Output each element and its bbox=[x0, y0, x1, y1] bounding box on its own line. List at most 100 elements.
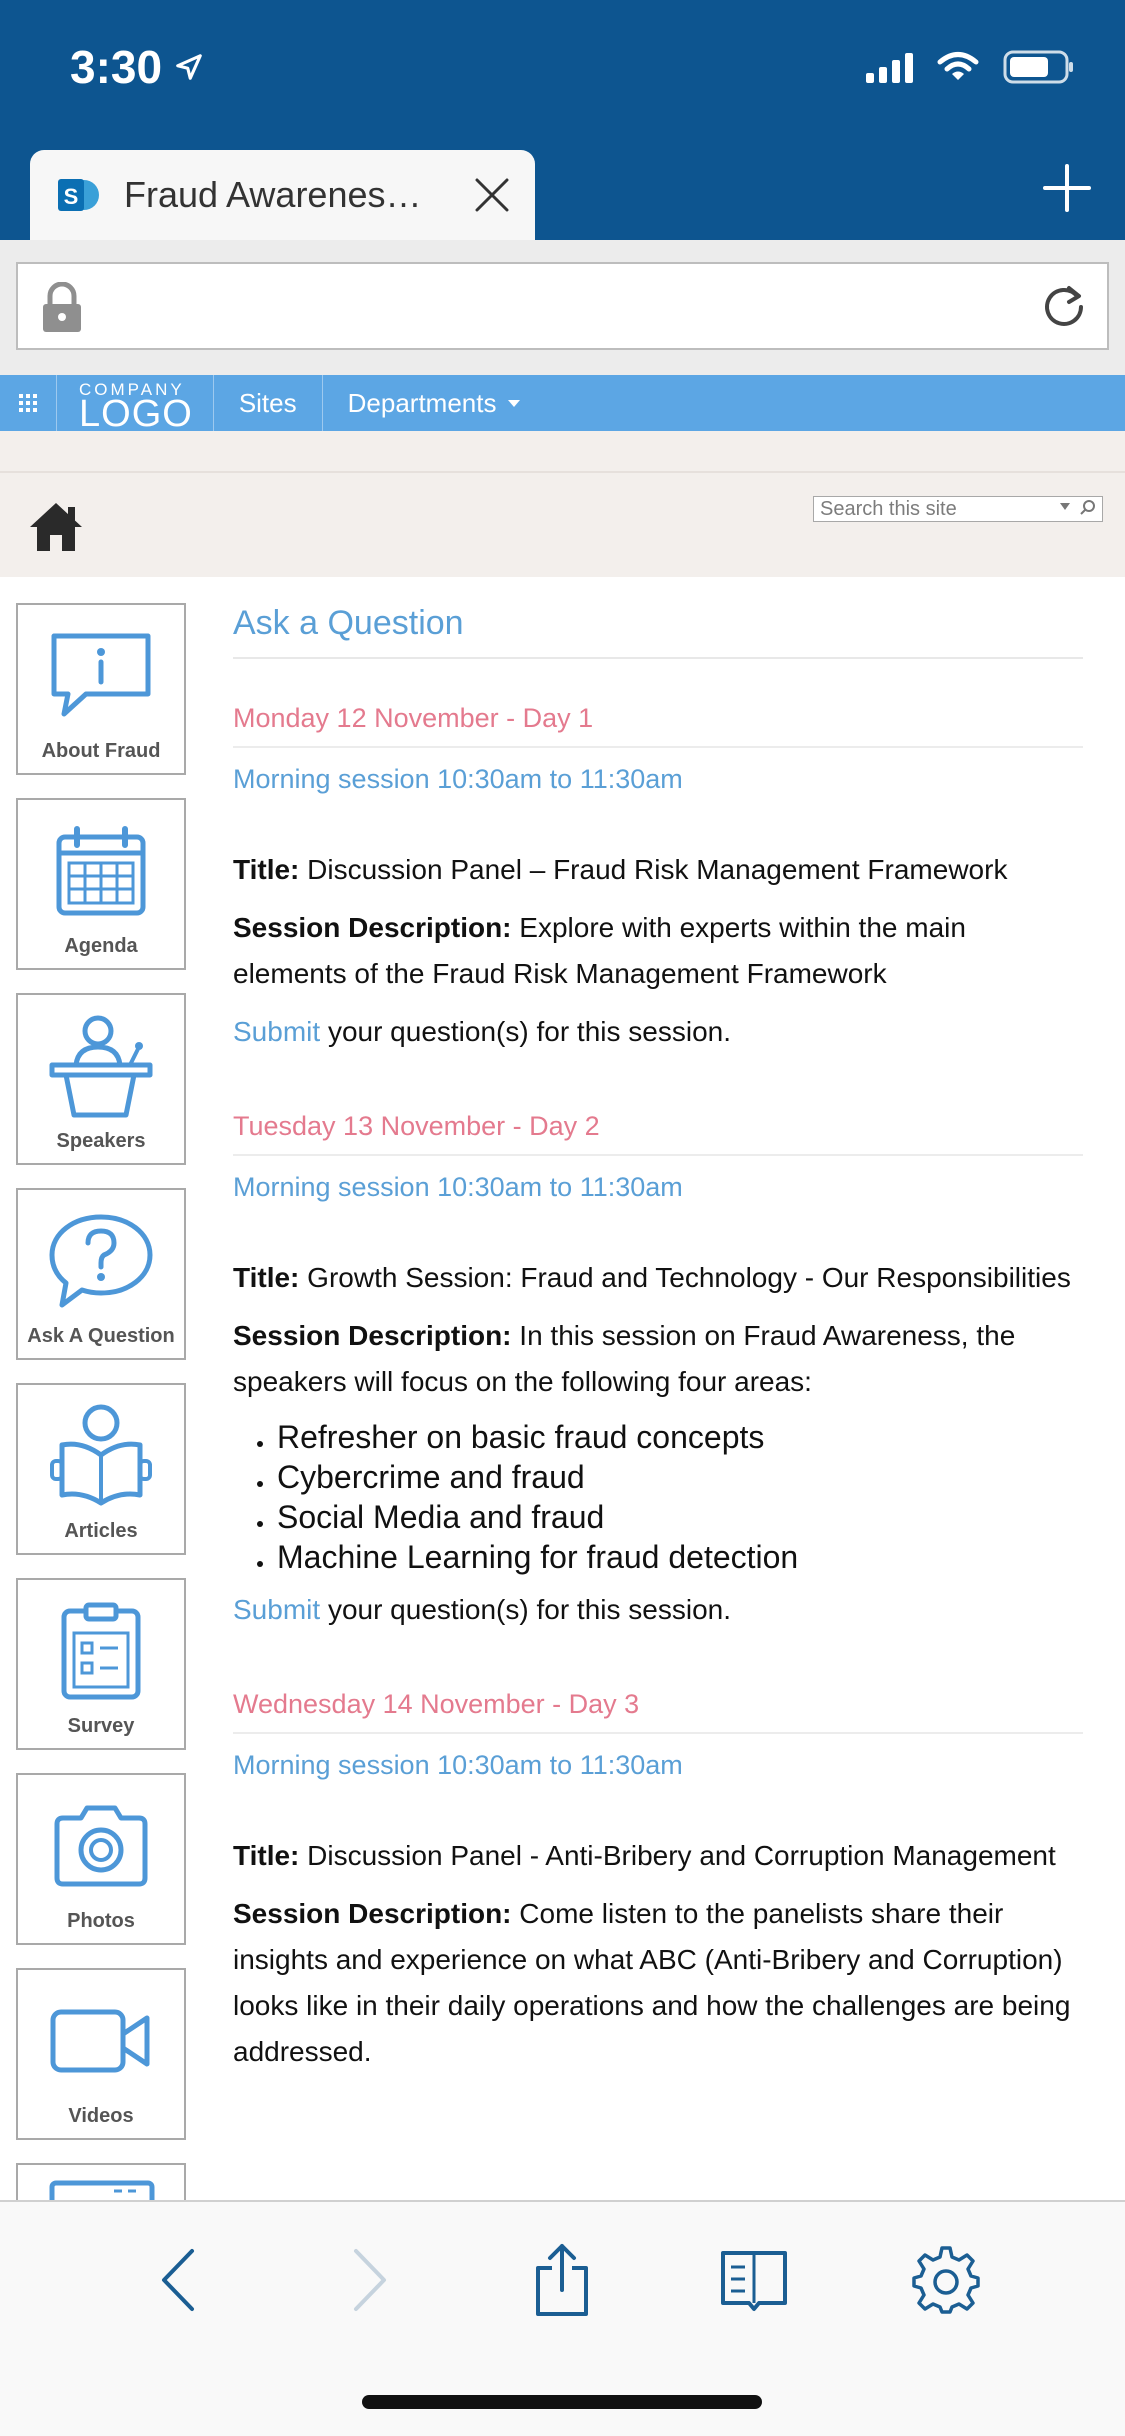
day-heading: Wednesday 14 November - Day 3 bbox=[233, 1689, 1083, 1734]
day-2-section: Tuesday 13 November - Day 2 Morning sess… bbox=[233, 1111, 1083, 1633]
tile-label: Agenda bbox=[64, 935, 138, 957]
tile-label: About Fraud bbox=[41, 740, 161, 762]
partial-tile-icon bbox=[49, 2180, 155, 2200]
share-button[interactable] bbox=[522, 2240, 602, 2320]
dropdown-caret-icon bbox=[508, 399, 521, 407]
home-icon[interactable] bbox=[28, 501, 84, 553]
tab-title: Fraud Awarenes… bbox=[124, 174, 422, 215]
tile-articles[interactable]: Articles bbox=[16, 1383, 186, 1555]
battery-icon bbox=[1003, 50, 1073, 84]
focus-areas-list: Refresher on basic fraud concepts Cyberc… bbox=[257, 1417, 1083, 1577]
session-time: Morning session 10:30am to 11:30am bbox=[233, 764, 683, 794]
address-bar-area bbox=[0, 240, 1125, 375]
sharepoint-suite-bar: COMPANY LOGO Sites Departments bbox=[0, 375, 1125, 435]
list-item: Machine Learning for fraud detection bbox=[257, 1537, 1083, 1577]
question-bubble-icon bbox=[49, 1214, 153, 1308]
logo-big-text: LOGO bbox=[79, 392, 193, 435]
settings-button[interactable] bbox=[906, 2240, 986, 2320]
list-item: Refresher on basic fraud concepts bbox=[257, 1417, 1083, 1457]
tile-about-fraud[interactable]: About Fraud bbox=[16, 603, 186, 775]
day-1-section: Monday 12 November - Day 1 Morning sessi… bbox=[233, 703, 1083, 1055]
tile-speakers[interactable]: Speakers bbox=[16, 993, 186, 1165]
day-heading: Tuesday 13 November - Day 2 bbox=[233, 1111, 1083, 1156]
tile-label: Videos bbox=[68, 2105, 134, 2127]
page-title: Ask a Question bbox=[233, 604, 1083, 659]
description-label: Session Description: bbox=[233, 1898, 512, 1929]
submit-text: your question(s) for this session. bbox=[327, 1016, 731, 1047]
browser-tab[interactable]: S Fraud Awarenes… bbox=[30, 150, 535, 240]
close-tab-icon[interactable] bbox=[469, 172, 515, 218]
site-header: Search this site bbox=[0, 431, 1125, 577]
session-title: Title: Growth Session: Fraud and Technol… bbox=[233, 1255, 1083, 1301]
description-label: Session Description: bbox=[233, 1320, 512, 1351]
title-label: Title: bbox=[233, 1262, 300, 1293]
bookmarks-icon bbox=[721, 2251, 787, 2311]
tile-label: Articles bbox=[64, 1520, 138, 1542]
home-indicator[interactable] bbox=[362, 2395, 762, 2409]
info-bubble-icon bbox=[51, 633, 151, 717]
title-text: Discussion Panel - Anti-Bribery and Corr… bbox=[307, 1840, 1056, 1871]
reload-icon[interactable] bbox=[1039, 282, 1089, 332]
nav-sites[interactable]: Sites bbox=[214, 375, 323, 431]
clipboard-checklist-icon bbox=[61, 1602, 141, 1700]
sharepoint-icon: S bbox=[58, 179, 99, 211]
submit-link[interactable]: Submit bbox=[233, 1594, 320, 1625]
site-search-input[interactable]: Search this site bbox=[813, 496, 1103, 522]
day-3-section: Wednesday 14 November - Day 3 Morning se… bbox=[233, 1689, 1083, 2075]
session-time: Morning session 10:30am to 11:30am bbox=[233, 1172, 683, 1202]
location-arrow-icon bbox=[176, 54, 202, 80]
camera-icon bbox=[54, 1805, 148, 1887]
day-heading: Monday 12 November - Day 1 bbox=[233, 703, 1083, 748]
submit-link[interactable]: Submit bbox=[233, 1016, 320, 1047]
title-label: Title: bbox=[233, 854, 300, 885]
share-icon bbox=[536, 2244, 588, 2316]
status-icons bbox=[866, 50, 1075, 84]
list-item: Cybercrime and fraud bbox=[257, 1457, 1083, 1497]
status-and-tab-bar: 3:30 S Fraud Awarenes… bbox=[0, 0, 1125, 240]
new-tab-plus-icon[interactable] bbox=[1039, 160, 1095, 216]
podium-speaker-icon bbox=[49, 1015, 153, 1118]
search-icon[interactable] bbox=[1080, 499, 1096, 515]
search-scope-dropdown-icon[interactable] bbox=[1060, 503, 1070, 511]
forward-icon bbox=[354, 2249, 386, 2311]
back-icon bbox=[162, 2249, 194, 2311]
session-title: Title: Discussion Panel - Anti-Bribery a… bbox=[233, 1833, 1083, 1879]
status-time: 3:30 bbox=[70, 40, 204, 94]
wifi-icon bbox=[937, 52, 979, 80]
header-divider bbox=[0, 471, 1125, 473]
submit-text: your question(s) for this session. bbox=[327, 1594, 731, 1625]
tile-label: Speakers bbox=[56, 1130, 146, 1152]
address-bar[interactable] bbox=[16, 262, 1109, 350]
session-description: Session Description: Come listen to the … bbox=[233, 1891, 1083, 2075]
title-text: Growth Session: Fraud and Technology - O… bbox=[307, 1262, 1071, 1293]
app-launcher-icon[interactable] bbox=[0, 393, 56, 413]
tile-label: Ask A Question bbox=[27, 1325, 175, 1347]
company-logo[interactable]: COMPANY LOGO bbox=[56, 375, 214, 435]
settings-gear-icon bbox=[912, 2246, 980, 2314]
bookmarks-button[interactable] bbox=[714, 2240, 794, 2320]
nav-departments[interactable]: Departments bbox=[323, 375, 546, 431]
waffle-grid-icon bbox=[19, 394, 37, 412]
tile-survey[interactable]: Survey bbox=[16, 1578, 186, 1750]
tile-videos[interactable]: Videos bbox=[16, 1968, 186, 2140]
reading-person-icon bbox=[50, 1404, 152, 1506]
tile-partial[interactable] bbox=[16, 2163, 186, 2200]
clock-text: 3:30 bbox=[70, 41, 163, 93]
title-text: Discussion Panel – Fraud Risk Management… bbox=[307, 854, 1008, 885]
lock-icon bbox=[43, 282, 81, 332]
title-label: Title: bbox=[233, 1840, 300, 1871]
tile-ask-a-question[interactable]: Ask A Question bbox=[16, 1188, 186, 1360]
tile-agenda[interactable]: Agenda bbox=[16, 798, 186, 970]
calendar-icon bbox=[56, 826, 146, 916]
tile-photos[interactable]: Photos bbox=[16, 1773, 186, 1945]
back-button[interactable] bbox=[138, 2240, 218, 2320]
session-description: Session Description: In this session on … bbox=[233, 1313, 1083, 1405]
forward-button[interactable] bbox=[330, 2240, 410, 2320]
cellular-signal-icon bbox=[866, 51, 913, 83]
submit-line: Submit your question(s) for this session… bbox=[233, 1009, 1083, 1055]
main-content: Ask a Question Monday 12 November - Day … bbox=[233, 604, 1083, 2200]
nav-sites-label: Sites bbox=[238, 387, 297, 418]
session-description: Session Description: Explore with expert… bbox=[233, 905, 1083, 997]
tile-label: Photos bbox=[67, 1910, 135, 1932]
video-camera-icon bbox=[50, 2009, 150, 2073]
